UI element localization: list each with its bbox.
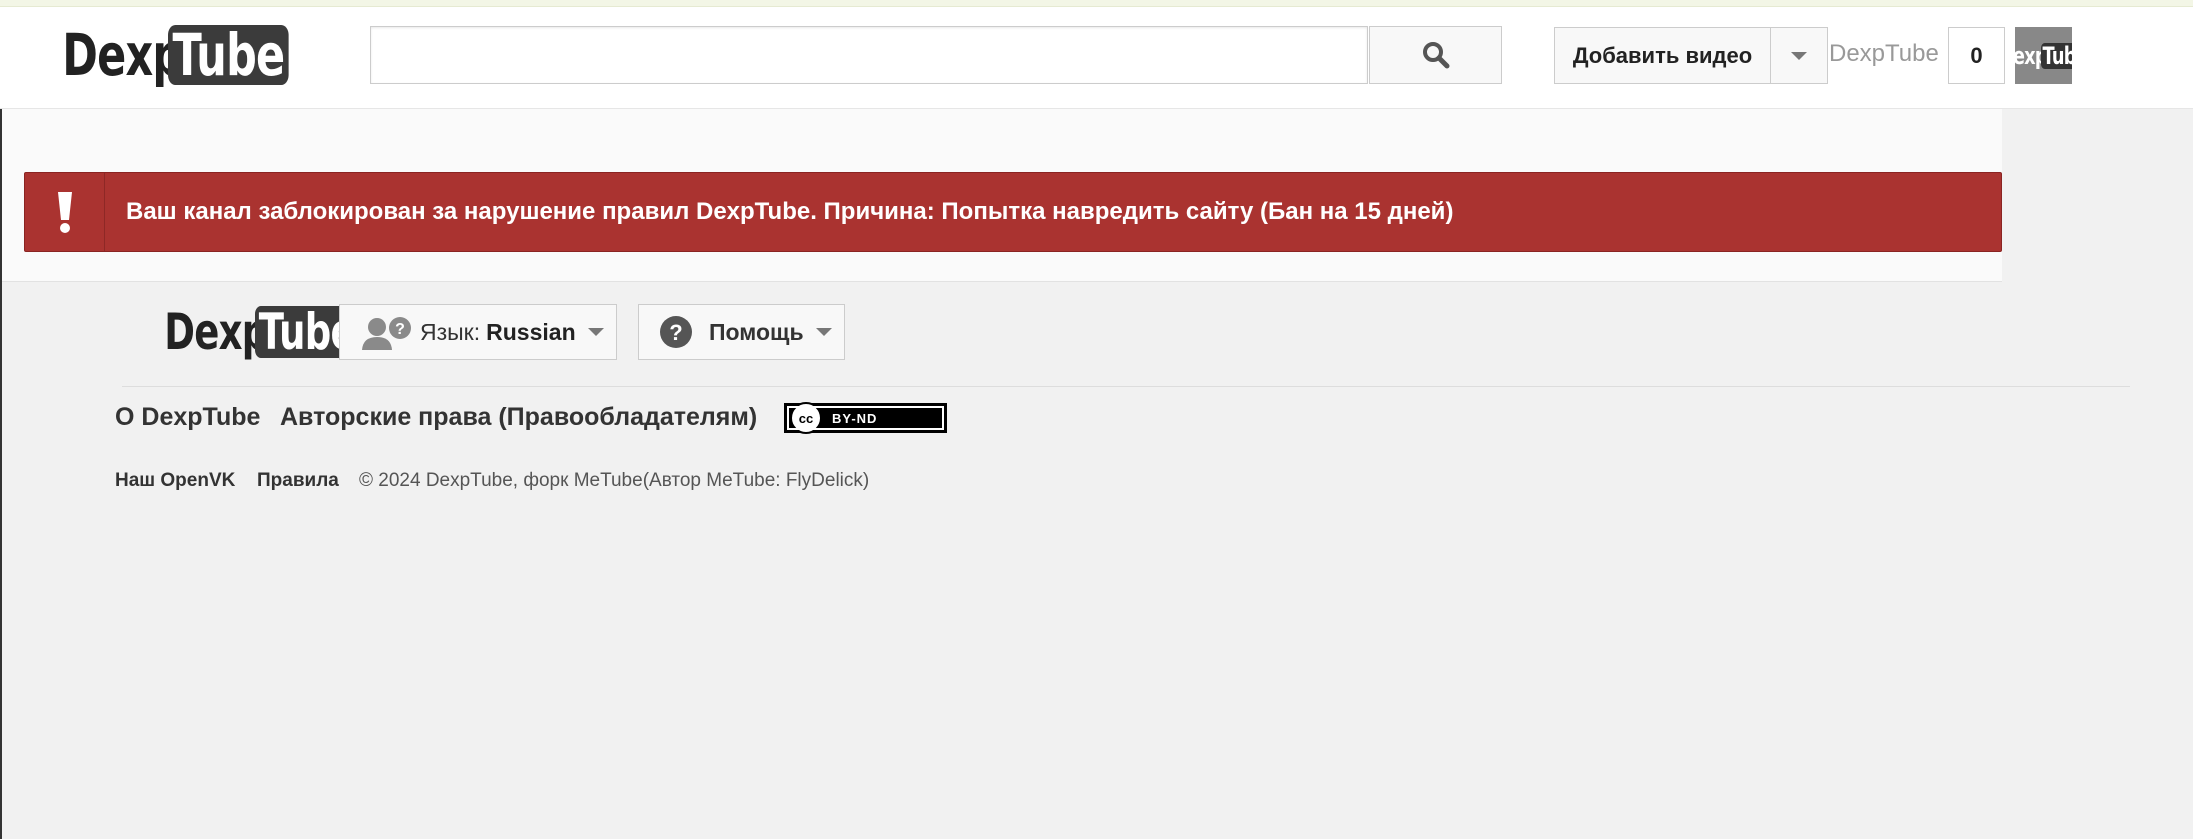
cc-license-badge[interactable]: cc BY-ND bbox=[784, 402, 947, 434]
footer-link-copyright[interactable]: Авторские права (Правообладателям) bbox=[280, 403, 757, 432]
alert-message: Ваш канал заблокирован за нарушение прав… bbox=[126, 198, 1454, 225]
cc-logo-icon: cc bbox=[790, 402, 822, 434]
language-icon: ? bbox=[362, 317, 411, 350]
alert-icon-container bbox=[25, 173, 105, 251]
cc-license-label: BY-ND bbox=[832, 410, 878, 426]
chevron-down-icon bbox=[587, 328, 604, 336]
username-link[interactable]: DexpTube bbox=[1829, 34, 1939, 74]
copyright-text: © 2024 DexpTube, форк MeTube(Автор MeTub… bbox=[359, 470, 870, 491]
chevron-down-icon bbox=[815, 328, 832, 336]
exclamation-icon bbox=[57, 192, 72, 233]
notification-count-button[interactable]: 0 bbox=[1948, 27, 2005, 84]
language-button[interactable]: ? Язык: Russian bbox=[339, 304, 617, 360]
svg-text:?: ? bbox=[395, 321, 405, 338]
top-accent-bar bbox=[0, 0, 2193, 7]
masthead: Dexp Tube Добавить видео DexpTube 0 Dexp… bbox=[0, 7, 2193, 109]
logo-dexp-text: Dexp bbox=[62, 21, 183, 89]
footer-link-rules[interactable]: Правила bbox=[257, 470, 339, 492]
avatar-logo: Dexp Tube bbox=[2015, 42, 2072, 69]
search-button[interactable] bbox=[1369, 26, 1502, 84]
footer-logo-dexp: Dexp bbox=[164, 303, 268, 361]
footer-link-about[interactable]: О DexpTube bbox=[115, 403, 260, 432]
help-label: Помощь bbox=[709, 318, 804, 345]
avatar-logo-tube: Tube bbox=[2040, 42, 2072, 69]
logo-tube-text: Tube bbox=[168, 25, 290, 85]
ban-alert: Ваш канал заблокирован за нарушение прав… bbox=[24, 172, 2002, 252]
chevron-down-icon bbox=[1791, 51, 1807, 60]
footer-link-openvk[interactable]: Наш OpenVK bbox=[115, 470, 235, 492]
add-video-button[interactable]: Добавить видео bbox=[1554, 27, 1771, 84]
svg-text:?: ? bbox=[669, 320, 682, 345]
avatar[interactable]: Dexp Tube bbox=[2015, 27, 2072, 84]
language-value: Russian bbox=[486, 318, 576, 345]
add-video-dropdown[interactable] bbox=[1770, 27, 1828, 84]
header-logo[interactable]: Dexp Tube bbox=[20, 25, 332, 85]
help-button[interactable]: ? Помощь bbox=[638, 304, 845, 360]
search-input[interactable] bbox=[370, 26, 1368, 84]
language-label: Язык: bbox=[420, 318, 481, 345]
search-icon bbox=[1422, 42, 1449, 69]
footer-divider bbox=[122, 386, 2130, 387]
help-icon: ? bbox=[660, 316, 692, 348]
